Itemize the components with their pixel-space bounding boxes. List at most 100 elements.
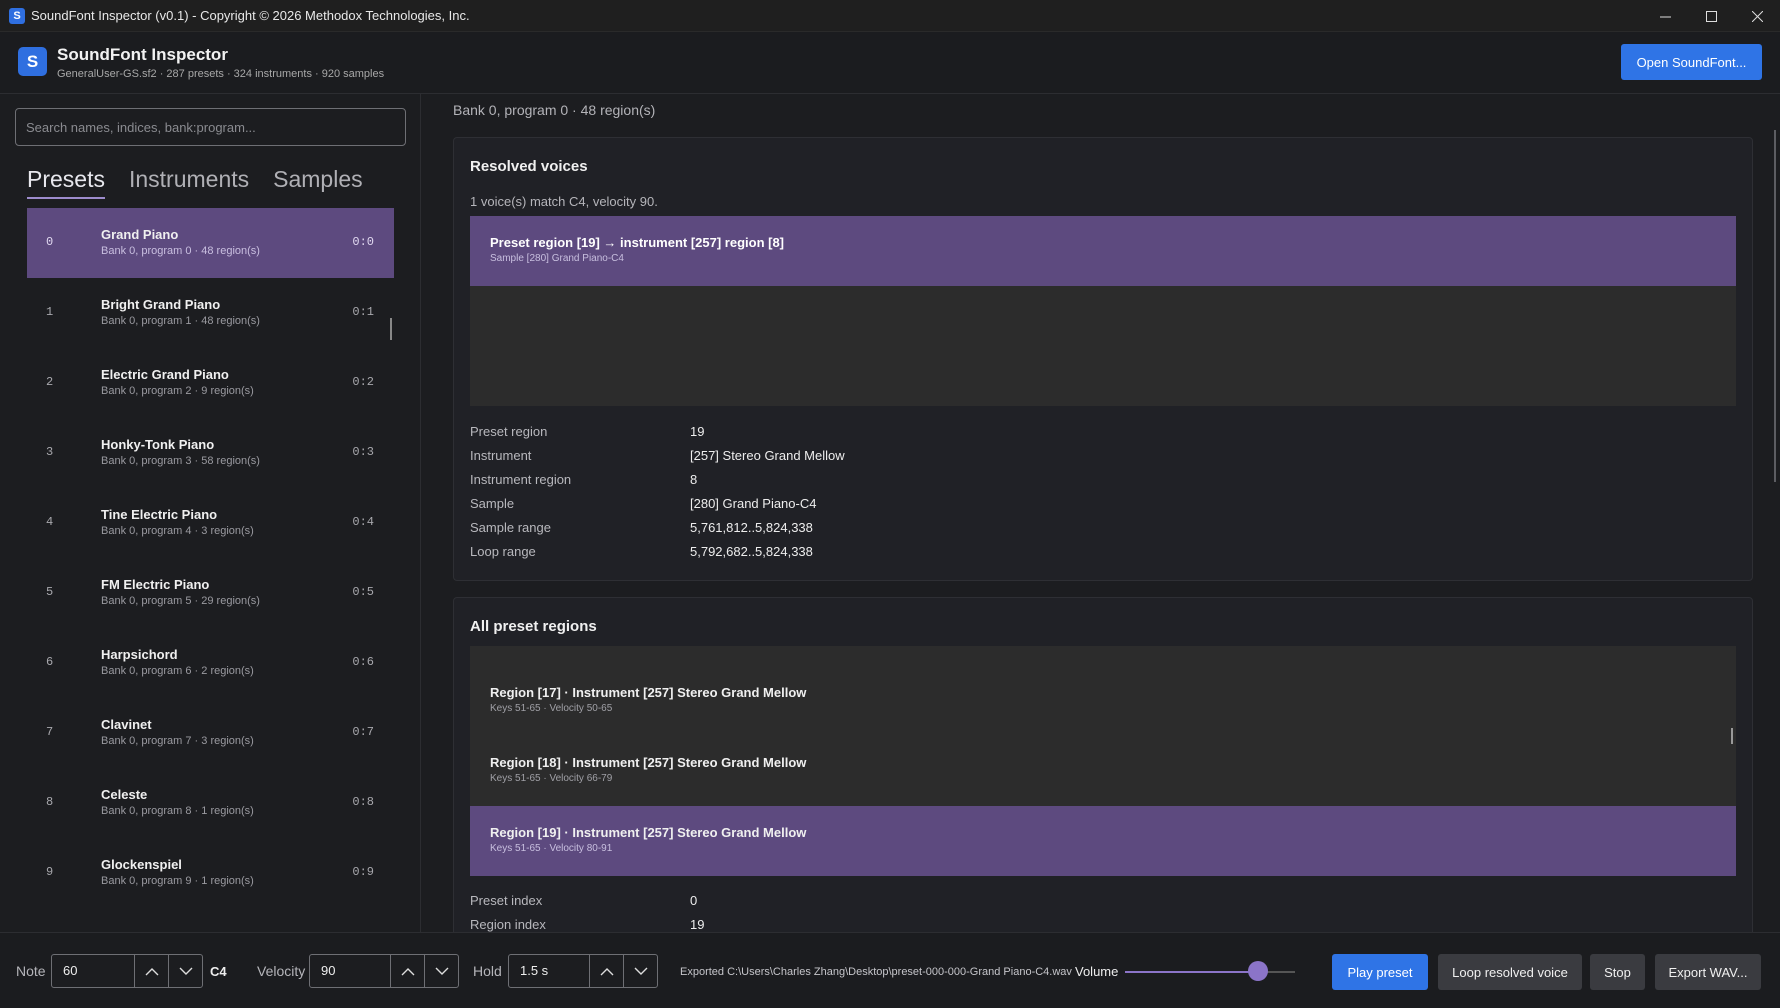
preset-item[interactable]: 2 Electric Grand Piano Bank 0, program 2… (27, 348, 394, 418)
preset-item[interactable]: 3 Honky-Tonk Piano Bank 0, program 3 · 5… (27, 418, 394, 488)
region-list-scrollbar[interactable] (1731, 728, 1733, 744)
open-soundfont-button[interactable]: Open SoundFont... (1621, 44, 1762, 80)
chevron-up-icon[interactable] (390, 955, 424, 987)
note-name: C4 (210, 964, 227, 979)
soundfont-summary: GeneralUser-GS.sf2 · 287 presets · 324 i… (57, 68, 385, 80)
app-name: SoundFont Inspector (57, 45, 228, 64)
velocity-stepper[interactable]: 90 (309, 954, 459, 988)
search-input[interactable] (15, 108, 406, 146)
preset-index: 9 (46, 865, 54, 879)
app-icon: S (9, 7, 25, 24)
close-icon[interactable] (1734, 0, 1780, 32)
preset-index: 4 (46, 515, 54, 529)
preset-name: Electric Grand Piano (101, 367, 229, 382)
preset-bank-program: 0:3 (352, 445, 374, 459)
detail-value: 19 (690, 917, 705, 932)
tab-samples[interactable]: Samples (273, 166, 362, 199)
preset-meta: Bank 0, program 5 · 29 region(s) (101, 595, 260, 607)
detail-panel: Bank 0, program 0 · 48 region(s) Resolve… (422, 94, 1780, 932)
preset-meta: Bank 0, program 1 · 48 region(s) (101, 315, 260, 327)
tab-instruments[interactable]: Instruments (129, 166, 249, 199)
detail-key: Instrument (470, 448, 532, 463)
play-preset-button[interactable]: Play preset (1332, 954, 1428, 990)
velocity-label: Velocity (257, 963, 306, 979)
export-status: Exported C:\Users\Charles Zhang\Desktop\… (680, 966, 1072, 978)
region-title: Region [19] · Instrument [257] Stereo Gr… (490, 825, 807, 840)
preset-index: 0 (46, 235, 54, 249)
chevron-down-icon[interactable] (424, 955, 458, 987)
detail-key: Sample (470, 496, 515, 511)
title-bar: S SoundFont Inspector (v0.1) - Copyright… (0, 0, 1780, 32)
preset-item[interactable]: 6 Harpsichord Bank 0, program 6 · 2 regi… (27, 628, 394, 698)
region-item[interactable]: Region [17] · Instrument [257] Stereo Gr… (470, 666, 1736, 736)
preset-bank-program: 0:4 (352, 515, 374, 529)
app-header: S SoundFont Inspector GeneralUser-GS.sf2… (0, 32, 1780, 94)
window-title: SoundFont Inspector (v0.1) - Copyright ©… (31, 8, 470, 23)
note-label: Note (16, 963, 46, 979)
preset-name: Grand Piano (101, 227, 179, 242)
chevron-down-icon[interactable] (623, 955, 657, 987)
preset-index: 2 (46, 375, 54, 389)
detail-scrollbar[interactable] (1774, 130, 1776, 482)
resolved-voices-note: 1 voice(s) match C4, velocity 90. (470, 194, 658, 209)
minimize-icon[interactable] (1642, 0, 1688, 32)
detail-value: [280] Grand Piano-C4 (690, 496, 817, 511)
detail-key: Region index (470, 917, 546, 932)
region-item[interactable]: Region [19] · Instrument [257] Stereo Gr… (470, 806, 1736, 876)
preset-regions-title: All preset regions (470, 618, 597, 635)
maximize-icon[interactable] (1688, 0, 1734, 32)
region-title: Region [17] · Instrument [257] Stereo Gr… (490, 685, 807, 700)
hold-input[interactable]: 1.5 s (509, 955, 589, 987)
browser-tabs: Presets Instruments Samples (27, 166, 363, 199)
preset-list: 0 Grand Piano Bank 0, program 0 · 48 reg… (27, 208, 394, 908)
hold-stepper[interactable]: 1.5 s (508, 954, 658, 988)
preset-item[interactable]: 9 Glockenspiel Bank 0, program 9 · 1 reg… (27, 838, 394, 908)
volume-thumb[interactable] (1247, 961, 1268, 981)
detail-value: 5,792,682..5,824,338 (690, 544, 813, 559)
region-item[interactable]: Region [18] · Instrument [257] Stereo Gr… (470, 736, 1736, 806)
preset-bank-program: 0:5 (352, 585, 374, 599)
window-controls (1642, 0, 1780, 32)
tab-presets[interactable]: Presets (27, 166, 105, 199)
preset-meta: Bank 0, program 2 · 9 region(s) (101, 385, 254, 397)
export-wav-button[interactable]: Export WAV... (1655, 954, 1761, 990)
loop-resolved-voice-button[interactable]: Loop resolved voice (1438, 954, 1582, 990)
preset-meta: Bank 0, program 7 · 3 region(s) (101, 735, 254, 747)
preset-meta: Bank 0, program 6 · 2 region(s) (101, 665, 254, 677)
preset-item[interactable]: 0 Grand Piano Bank 0, program 0 · 48 reg… (27, 208, 394, 278)
volume-slider[interactable] (1125, 961, 1295, 981)
preset-index: 1 (46, 305, 54, 319)
preset-item[interactable]: 7 Clavinet Bank 0, program 7 · 3 region(… (27, 698, 394, 768)
preset-bank-program: 0:2 (352, 375, 374, 389)
playback-bar: Note 60 C4 Velocity 90 Hold 1.5 s Export… (0, 932, 1780, 1008)
chevron-down-icon[interactable] (168, 955, 202, 987)
preset-item[interactable]: 1 Bright Grand Piano Bank 0, program 1 ·… (27, 278, 394, 348)
stop-button[interactable]: Stop (1590, 954, 1645, 990)
preset-name: Glockenspiel (101, 857, 182, 872)
detail-value: 19 (690, 424, 705, 439)
preset-index: 3 (46, 445, 54, 459)
detail-value: [257] Stereo Grand Mellow (690, 448, 845, 463)
preset-item[interactable]: 4 Tine Electric Piano Bank 0, program 4 … (27, 488, 394, 558)
detail-value: 5,761,812..5,824,338 (690, 520, 813, 535)
chevron-up-icon[interactable] (589, 955, 623, 987)
velocity-input[interactable]: 90 (310, 955, 390, 987)
preset-index: 8 (46, 795, 54, 809)
preset-name: Tine Electric Piano (101, 507, 218, 522)
preset-index: 5 (46, 585, 54, 599)
note-stepper[interactable]: 60 (51, 954, 203, 988)
voice-item[interactable]: Preset region [19] → instrument [257] re… (470, 216, 1736, 286)
preset-name: Honky-Tonk Piano (101, 437, 215, 452)
preset-item[interactable]: 8 Celeste Bank 0, program 8 · 1 region(s… (27, 768, 394, 838)
hold-label: Hold (473, 963, 502, 979)
breadcrumb: Bank 0, program 0 · 48 region(s) (453, 102, 656, 118)
app-logo: S (18, 47, 47, 76)
chevron-up-icon[interactable] (134, 955, 168, 987)
preset-meta: Bank 0, program 8 · 1 region(s) (101, 805, 254, 817)
voice-sample: Sample [280] Grand Piano-C4 (490, 253, 624, 264)
note-input[interactable]: 60 (52, 955, 134, 987)
volume-fill (1125, 971, 1258, 973)
preset-item[interactable]: 5 FM Electric Piano Bank 0, program 5 · … (27, 558, 394, 628)
resolved-voices-title: Resolved voices (470, 158, 588, 175)
preset-list-scrollbar[interactable] (390, 318, 392, 340)
